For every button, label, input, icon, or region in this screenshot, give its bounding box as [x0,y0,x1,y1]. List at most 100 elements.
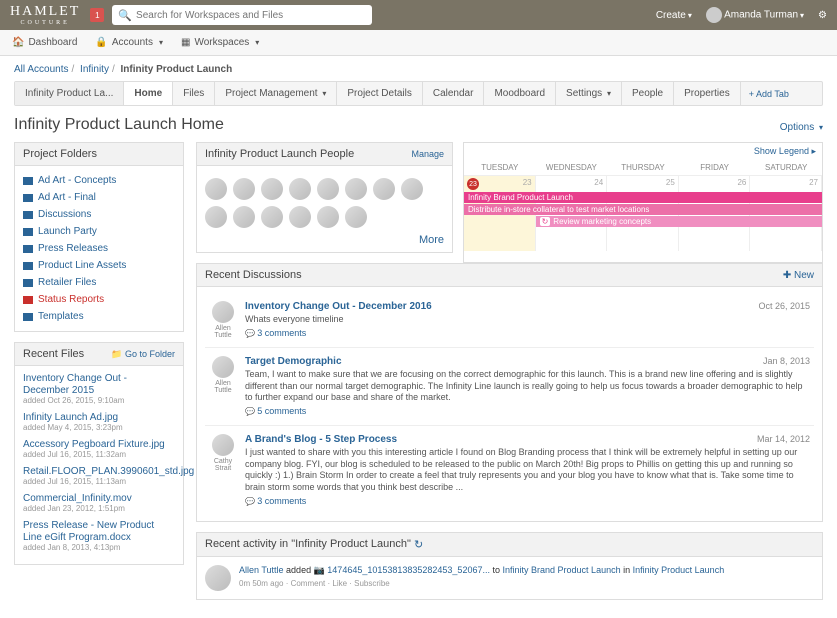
folder-item[interactable]: Product Line Assets [23,257,175,274]
manage-people[interactable]: Manage [411,149,444,159]
discussions-panel: Recent Discussions ✚ New Allen TuttleOct… [196,263,823,522]
folder-item[interactable]: Ad Art - Concepts [23,172,175,189]
nav-workspaces[interactable]: ▦ Workspaces▾ [181,37,259,48]
person-avatar[interactable] [317,206,339,228]
avatar [212,301,234,323]
folder-icon [23,211,33,219]
folder-item[interactable]: Retailer Files [23,274,175,291]
person-avatar[interactable] [205,178,227,200]
show-legend[interactable]: Show Legend ▸ [754,146,816,156]
person-avatar[interactable] [373,178,395,200]
recent-file-link[interactable]: Retail.FLOOR_PLAN.3990601_std.jpg [23,466,194,477]
discussion-comments[interactable]: 3 comments [245,328,306,338]
add-tab[interactable]: + Add Tab [741,83,797,105]
tab-home[interactable]: Home [124,82,173,105]
new-discussion[interactable]: ✚ New [783,270,814,281]
page-title: Infinity Product Launch Home [14,116,823,134]
activity-user[interactable]: Allen Tuttle [239,565,284,575]
folder-item[interactable]: Templates [23,308,175,325]
activity-loc1[interactable]: Infinity Brand Product Launch [503,565,621,575]
person-avatar[interactable] [261,206,283,228]
cal-event[interactable]: Distribute in-store collateral to test m… [464,204,822,215]
discussion-item: Allen TuttleJan 8, 2013Target Demographi… [205,348,814,426]
refresh-icon[interactable]: ↻ [414,538,423,551]
tab-pm[interactable]: Project Management ▾ [215,82,337,105]
avatar [212,434,234,456]
nav-dashboard[interactable]: 🏠 Dashboard [12,37,77,48]
folder-item[interactable]: Launch Party [23,223,175,240]
activity-meta[interactable]: 0m 50m ago · Comment · Like · Subscribe [239,579,724,588]
notification-badge[interactable]: 1 [90,8,104,22]
activity-loc2[interactable]: Infinity Product Launch [633,565,725,575]
crumb-all[interactable]: All Accounts [14,64,68,75]
discussion-title[interactable]: Inventory Change Out - December 2016 [245,301,432,312]
folder-icon [23,177,33,185]
options-menu[interactable]: Options ▾ [780,122,823,133]
recent-file-link[interactable]: Press Release - New Product Line eGift P… [23,520,154,543]
crumb-current: Infinity Product Launch [121,64,233,75]
search-input[interactable] [136,10,366,21]
cal-day-header: TUESDAY [464,160,536,175]
crumb-account[interactable]: Infinity [80,64,109,75]
activity-file[interactable]: 1474645_10153813835282453_52067... [327,565,490,575]
recent-file-link[interactable]: Accessory Pegboard Fixture.jpg [23,439,165,450]
user-menu[interactable]: Amanda Turman▾ [706,7,804,23]
project-folders-panel: Project Folders Ad Art - ConceptsAd Art … [14,142,184,332]
recent-file-link[interactable]: Commercial_Infinity.mov [23,493,132,504]
search-box[interactable]: 🔍 [112,5,372,25]
more-people[interactable]: More [419,234,444,246]
tab-details[interactable]: Project Details [337,82,422,105]
folder-icon [23,245,33,253]
recent-file-link[interactable]: Inventory Change Out - December 2015 [23,373,127,396]
person-avatar[interactable] [289,178,311,200]
person-avatar[interactable] [261,178,283,200]
tab-calendar[interactable]: Calendar [423,82,485,105]
discussion-title[interactable]: Target Demographic [245,356,342,367]
folder-item[interactable]: Status Reports [23,291,175,308]
discussion-comments[interactable]: 5 comments [245,406,306,416]
recent-files-header: Recent Files 📁 Go to Folder [15,343,183,366]
person-avatar[interactable] [233,178,255,200]
person-avatar[interactable] [205,206,227,228]
recent-file-meta: added Jan 8, 2013, 4:13pm [23,543,175,552]
avatar [205,565,231,591]
discussion-comments[interactable]: 3 comments [245,496,306,506]
person-avatar[interactable] [401,178,423,200]
folder-item[interactable]: Ad Art - Final [23,189,175,206]
tab-people[interactable]: People [622,82,674,105]
nav-accounts[interactable]: 🔒 Accounts▾ [95,37,163,48]
gear-icon[interactable]: ⚙ [818,10,827,21]
go-to-folder[interactable]: 📁 Go to Folder [111,349,175,360]
folder-icon [23,296,33,304]
discussion-item: Allen TuttleOct 26, 2015Inventory Change… [205,293,814,348]
person-avatar[interactable] [345,178,367,200]
workspace-name: Infinity Product La... [15,82,124,105]
tab-moodboard[interactable]: Moodboard [484,82,556,105]
cal-event[interactable]: Infinity Brand Product Launch [464,192,822,203]
activity-panel: Recent activity in "Infinity Product Lau… [196,532,823,600]
person-avatar[interactable] [233,206,255,228]
tab-settings[interactable]: Settings ▾ [556,82,622,105]
person-avatar[interactable] [289,206,311,228]
activity-header: Recent activity in "Infinity Product Lau… [205,538,411,550]
person-avatar[interactable] [345,206,367,228]
tab-properties[interactable]: Properties [674,82,741,105]
discussion-title[interactable]: A Brand's Blog - 5 Step Process [245,434,397,445]
tab-files[interactable]: Files [173,82,215,105]
person-avatar[interactable] [317,178,339,200]
breadcrumb: All Accounts/ Infinity/ Infinity Product… [14,64,823,75]
today-badge: 23 [467,178,479,190]
folder-item[interactable]: Discussions [23,206,175,223]
topbar: HAMLETCOUTURE 1 🔍 Create▾ Amanda Turman▾… [0,0,837,30]
brand-logo[interactable]: HAMLETCOUTURE [10,4,80,26]
people-header: Infinity Product Launch People [205,148,354,160]
discussion-date: Mar 14, 2012 [757,434,810,444]
create-menu[interactable]: Create▾ [656,10,692,21]
folder-icon [23,228,33,236]
recent-file-link[interactable]: Infinity Launch Ad.jpg [23,412,118,423]
folder-item[interactable]: Press Releases [23,240,175,257]
recent-files-panel: Recent Files 📁 Go to Folder Inventory Ch… [14,342,184,565]
tabbar: Infinity Product La... Home Files Projec… [14,81,823,106]
cal-event[interactable]: ↻Review marketing concepts [536,216,822,227]
discussions-header: Recent Discussions [205,269,302,281]
